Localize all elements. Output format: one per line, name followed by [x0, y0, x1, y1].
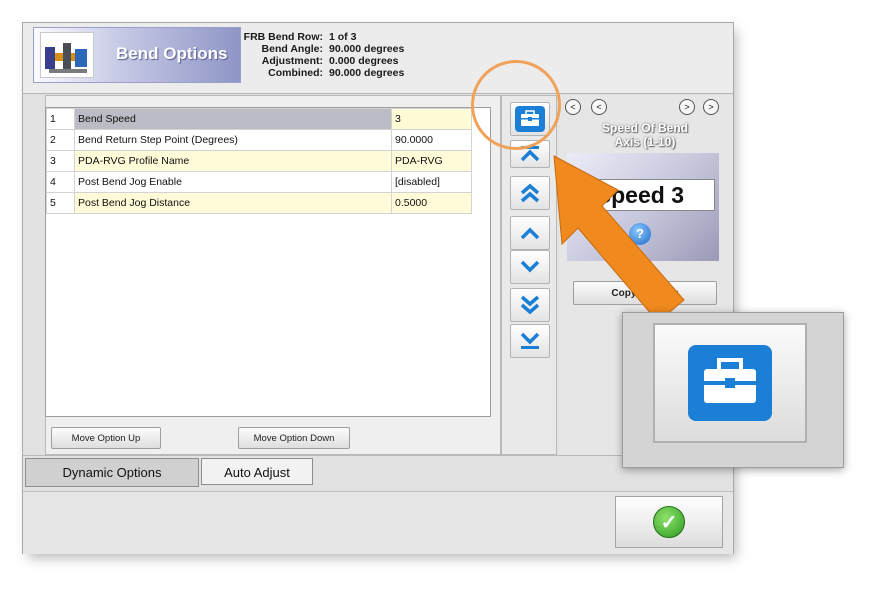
last-option-button[interactable]: > — [703, 99, 719, 115]
move-option-down-button[interactable]: Move Option Down — [238, 427, 350, 449]
zoom-callout — [622, 312, 844, 468]
bend-info: FRB Bend Row: 1 of 3 Bend Angle: 90.000 de… — [243, 31, 405, 79]
move-to-bottom-icon — [520, 332, 540, 349]
move-option-up-button[interactable]: Move Option Up — [51, 427, 161, 449]
callout-arrow-icon — [553, 155, 685, 323]
table-row[interactable]: 3 PDA-RVG Profile Name PDA-RVG — [46, 150, 472, 172]
chevron-up-icon — [520, 227, 540, 240]
options-table: 1 Bend Speed 3 2 Bend Return Step Point … — [45, 107, 491, 417]
table-row[interactable]: 5 Post Bend Jog Distance 0.5000 — [46, 192, 472, 214]
chevron-down-icon — [520, 260, 540, 273]
zoomed-toolbox-button — [653, 323, 807, 443]
machine-logo-icon — [40, 32, 94, 78]
table-row[interactable]: 4 Post Bend Jog Enable [disabled] — [46, 171, 472, 193]
table-row[interactable]: 1 Bend Speed 3 — [46, 108, 472, 130]
footer-bar: ✓ — [23, 491, 733, 554]
tab-auto-adjust[interactable]: Auto Adjust — [201, 458, 313, 485]
highlight-circle — [471, 60, 561, 150]
info-row-combined: Combined: 90.000 degrees — [268, 67, 405, 79]
parameter-title: Speed Of Bend Axis (1-10) — [601, 121, 688, 149]
table-row[interactable]: 2 Bend Return Step Point (Degrees) 90.00… — [46, 129, 472, 151]
double-chevron-down-icon — [520, 295, 540, 315]
info-row-bend-angle: Bend Angle: 90.000 degrees — [261, 43, 405, 55]
ok-button[interactable]: ✓ — [615, 496, 723, 548]
tab-dynamic-options[interactable]: Dynamic Options — [25, 458, 199, 487]
logo-banner: Bend Options — [33, 27, 241, 83]
previous-option-button[interactable]: < — [591, 99, 607, 115]
toolbox-icon — [688, 345, 772, 421]
double-chevron-up-icon — [520, 183, 540, 203]
info-row-bend-row: FRB Bend Row: 1 of 3 — [243, 31, 357, 43]
checkmark-icon: ✓ — [653, 506, 685, 538]
info-row-adjustment: Adjustment: 0.000 degrees — [261, 55, 399, 67]
header: Bend Options FRB Bend Row: 1 of 3 Bend An… — [23, 23, 733, 94]
next-option-button[interactable]: > — [679, 99, 695, 115]
page-title: Bend Options — [116, 44, 228, 63]
first-option-button[interactable]: < — [565, 99, 581, 115]
